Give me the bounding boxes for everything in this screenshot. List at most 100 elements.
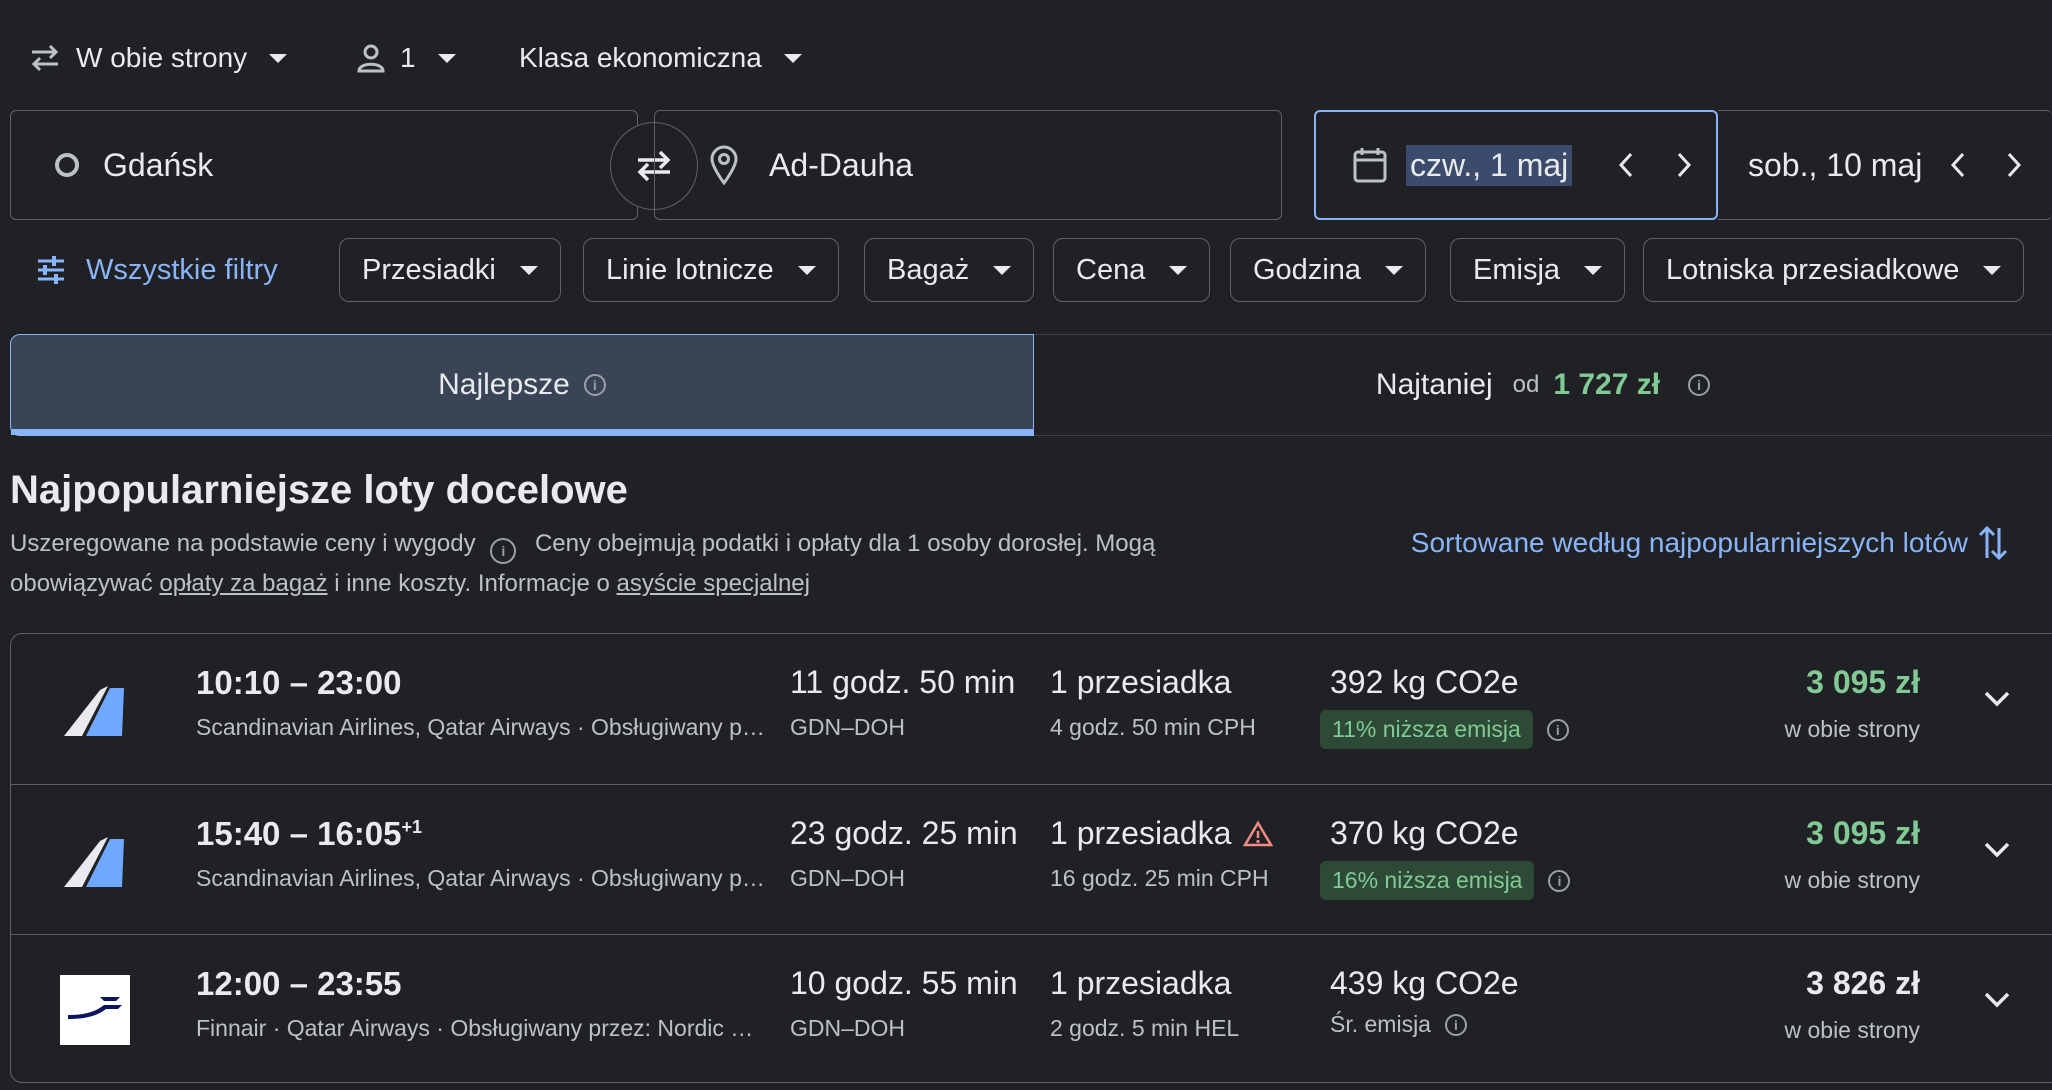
emission-info: 11% niższa emisja i xyxy=(1320,710,1569,749)
price-subtitle: w obie strony xyxy=(1784,1017,1920,1043)
flight-airlines: Finnair · Qatar Airways · Obsługiwany pr… xyxy=(196,1015,766,1041)
flight-price: 3 826 zł xyxy=(1806,965,1920,1001)
ranking-text: Uszeregowane na podstawie ceny i wygody xyxy=(10,530,476,557)
return-date-field[interactable]: sob., 10 maj xyxy=(1718,110,2052,220)
cheapest-price: 1 727 zł xyxy=(1553,368,1661,401)
info-icon[interactable]: i xyxy=(583,374,606,396)
chevron-down-icon xyxy=(797,265,816,275)
cabin-class-label: Klasa ekonomiczna xyxy=(519,42,762,73)
prev-date-icon[interactable] xyxy=(1616,150,1636,180)
trip-type-label: W obie strony xyxy=(76,42,248,73)
depart-date-value[interactable]: czw., 1 maj xyxy=(1406,144,1573,186)
flight-airlines: Scandinavian Airlines, Qatar Airways · O… xyxy=(196,865,766,891)
chevron-down-icon xyxy=(519,265,538,275)
other-costs-text: i inne koszty. Informacje o xyxy=(334,570,610,597)
chevron-down-icon xyxy=(269,53,288,63)
flight-route: GDN–DOH xyxy=(790,1015,906,1041)
info-icon[interactable]: i xyxy=(1688,374,1711,396)
chip-label: Przesiadki xyxy=(362,253,496,286)
destination-value: Ad-Dauha xyxy=(769,146,914,183)
flight-stop-detail: 16 godz. 25 min CPH xyxy=(1050,865,1269,891)
chevron-down-icon xyxy=(1169,265,1188,275)
flight-co2: 439 kg CO2e xyxy=(1330,965,1519,1001)
filter-emissions[interactable]: Emisja xyxy=(1450,238,1626,302)
chevron-down-icon xyxy=(1983,265,2002,275)
sort-arrows-icon xyxy=(1978,524,2008,562)
flight-co2: 392 kg CO2e xyxy=(1330,664,1519,700)
passengers-count: 1 xyxy=(400,42,416,73)
emission-info: Śr. emisja i xyxy=(1330,1011,1467,1038)
flight-row[interactable]: 15:40 – 16:05+1 Scandinavian Airlines, Q… xyxy=(10,784,2052,935)
flight-price: 3 095 zł xyxy=(1806,815,1920,851)
flight-route: GDN–DOH xyxy=(790,714,906,740)
all-filters-label: Wszystkie filtry xyxy=(86,253,278,286)
price-subtitle: w obie strony xyxy=(1784,716,1920,742)
sas-logo-icon xyxy=(60,825,130,895)
next-date-icon[interactable] xyxy=(1674,150,1694,180)
tab-cheapest-label: Najtaniej xyxy=(1375,368,1493,401)
flight-stop-detail: 4 godz. 50 min CPH xyxy=(1050,714,1256,740)
chevron-down-icon xyxy=(1584,265,1603,275)
destination-field[interactable]: Ad-Dauha xyxy=(654,110,1282,220)
filter-stops[interactable]: Przesiadki xyxy=(339,238,561,302)
info-icon[interactable]: i xyxy=(1548,869,1571,892)
emission-info: 16% niższa emisja i xyxy=(1320,861,1571,900)
person-icon xyxy=(356,43,386,73)
filter-connecting-airports[interactable]: Lotniska przesiadkowe xyxy=(1643,238,2025,302)
flight-route: GDN–DOH xyxy=(790,865,906,891)
trip-type-select[interactable]: W obie strony xyxy=(28,34,288,82)
tab-cheapest[interactable]: Najtaniej od 1 727 zł i xyxy=(1034,334,2052,436)
flight-stops: 1 przesiadka xyxy=(1050,965,1232,1001)
chevron-down-icon xyxy=(993,265,1012,275)
flight-duration: 10 godz. 55 min xyxy=(790,965,1018,1001)
flight-row[interactable]: 12:00 – 23:55 Finnair · Qatar Airways · … xyxy=(10,934,2052,1085)
filter-airlines[interactable]: Linie lotnicze xyxy=(583,238,839,302)
filter-price[interactable]: Cena xyxy=(1053,238,1211,302)
expand-chevron-icon[interactable] xyxy=(1982,689,2012,709)
info-icon[interactable]: i xyxy=(490,538,517,564)
sort-button[interactable]: Sortowane według najpopularniejszych lot… xyxy=(1411,524,2008,562)
flight-co2: 370 kg CO2e xyxy=(1330,815,1519,851)
section-title: Najpopularniejsze loty docelowe xyxy=(10,468,628,512)
chevron-down-icon xyxy=(1385,265,1404,275)
warning-icon xyxy=(1243,820,1274,848)
passengers-select[interactable]: 1 xyxy=(356,34,456,82)
flight-times: 12:00 – 23:55 xyxy=(196,965,402,1002)
filter-baggage[interactable]: Bagaż xyxy=(864,238,1035,302)
chip-label: Linie lotnicze xyxy=(606,253,774,286)
flight-stop-detail: 2 godz. 5 min HEL xyxy=(1050,1015,1240,1041)
flight-duration: 11 godz. 50 min xyxy=(790,664,1016,700)
return-date-value: sob., 10 maj xyxy=(1748,146,1923,183)
cabin-class-select[interactable]: Klasa ekonomiczna xyxy=(519,34,802,82)
tab-best[interactable]: Najlepsze i xyxy=(10,334,1034,436)
tune-icon xyxy=(36,255,66,285)
calendar-icon xyxy=(1352,146,1388,184)
expand-chevron-icon[interactable] xyxy=(1982,840,2012,860)
baggage-fees-link[interactable]: opłaty za bagaż xyxy=(159,570,327,597)
filter-time[interactable]: Godzina xyxy=(1230,238,1427,302)
flight-row[interactable]: 10:10 – 23:00 Scandinavian Airlines, Qat… xyxy=(10,634,2052,784)
info-icon[interactable]: i xyxy=(1546,718,1569,741)
emission-label: Śr. emisja xyxy=(1330,1011,1431,1037)
depart-date-field[interactable]: czw., 1 maj xyxy=(1314,110,1718,220)
chip-label: Cena xyxy=(1076,253,1146,286)
sas-logo-icon xyxy=(60,674,130,744)
chevron-down-icon xyxy=(437,53,456,63)
swap-arrows-icon xyxy=(28,43,62,73)
origin-value: Gdańsk xyxy=(103,146,214,183)
origin-circle-icon xyxy=(53,151,81,179)
next-date-icon[interactable] xyxy=(2004,150,2024,180)
sort-label: Sortowane według najpopularniejszych lot… xyxy=(1410,527,1968,558)
chip-label: Lotniska przesiadkowe xyxy=(1666,253,1960,286)
flight-airlines: Scandinavian Airlines, Qatar Airways · O… xyxy=(196,714,766,740)
prev-date-icon[interactable] xyxy=(1948,150,1968,180)
all-filters-button[interactable]: Wszystkie filtry xyxy=(36,250,278,290)
section-description: Uszeregowane na podstawie ceny i wygody … xyxy=(10,524,1250,604)
origin-field[interactable]: Gdańsk xyxy=(10,110,638,220)
expand-chevron-icon[interactable] xyxy=(1982,990,2012,1010)
info-icon[interactable]: i xyxy=(1444,1013,1467,1036)
emission-badge: 16% niższa emisja xyxy=(1320,861,1535,900)
special-assistance-link[interactable]: asyście specjalnej xyxy=(617,570,810,597)
tab-best-label: Najlepsze xyxy=(438,368,570,401)
flight-times: 15:40 – 16:05+1 xyxy=(196,815,423,852)
